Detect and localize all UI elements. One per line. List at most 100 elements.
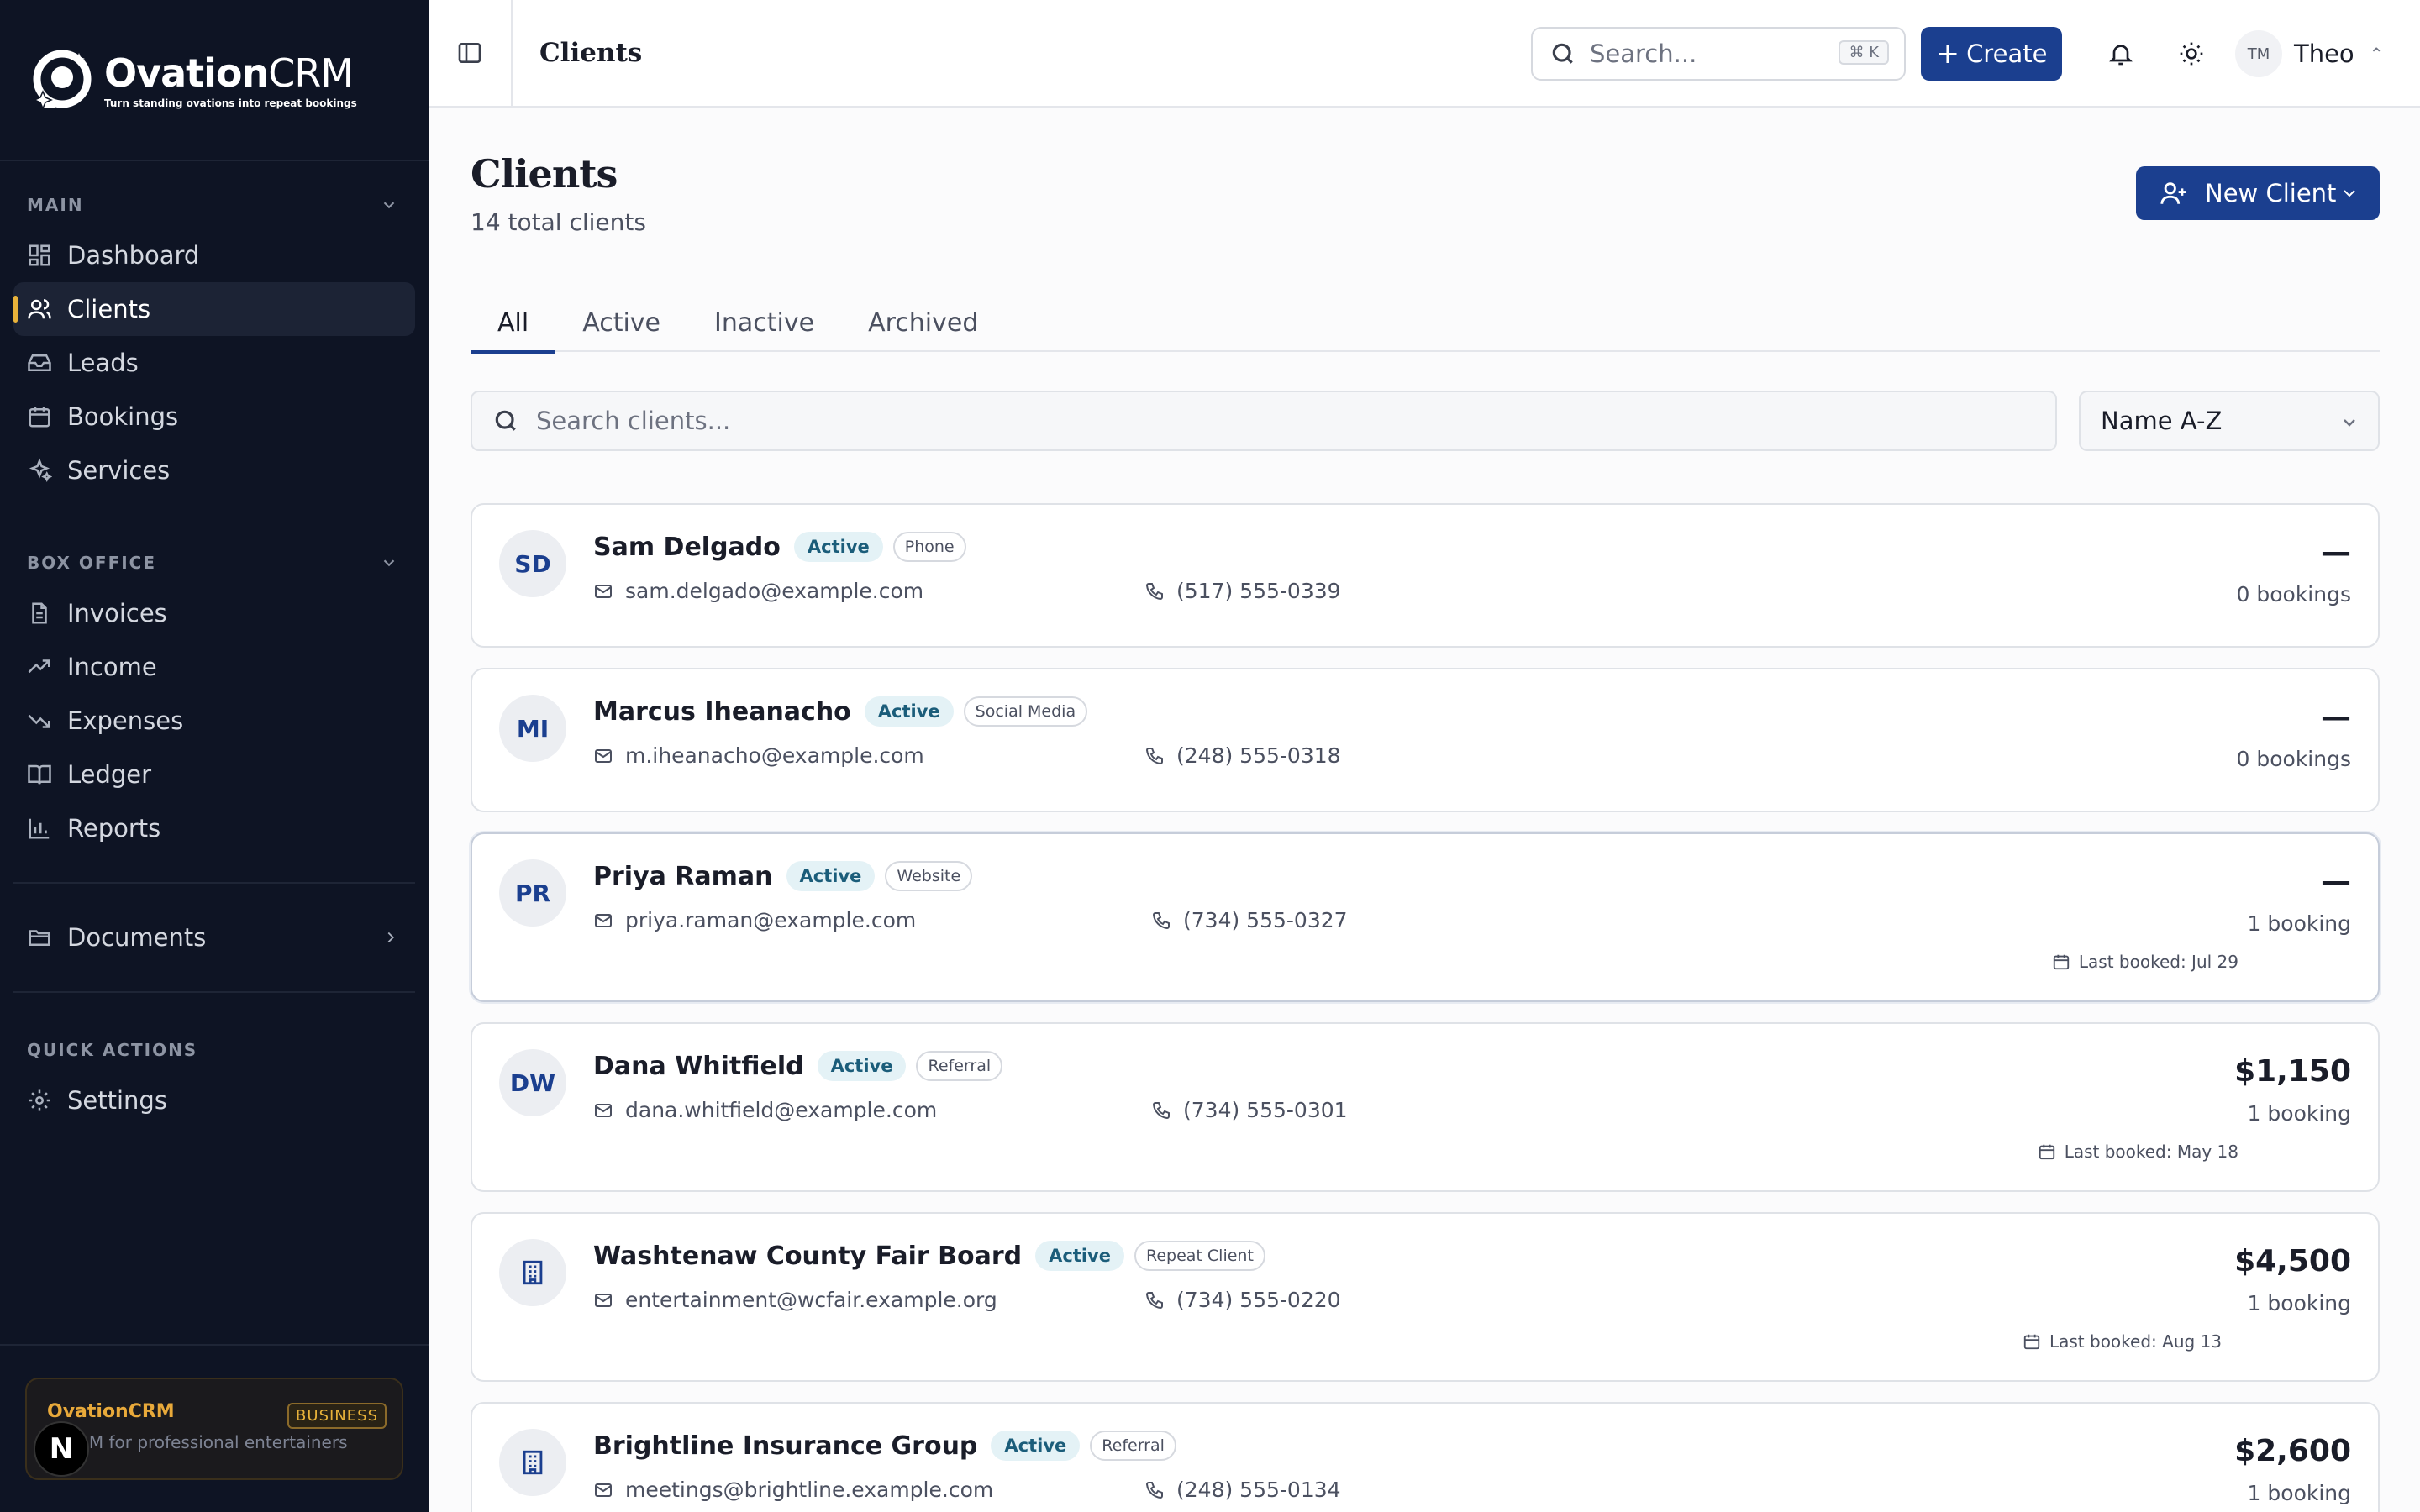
section-main-header[interactable]: MAIN bbox=[0, 188, 429, 222]
client-phone[interactable]: (517) 555-0339 bbox=[1144, 579, 1341, 603]
building-icon bbox=[523, 1450, 543, 1475]
sidebar-item-bookings[interactable]: Bookings bbox=[13, 390, 415, 444]
status-badge: Active bbox=[991, 1431, 1081, 1461]
sort-select[interactable]: Name A-Z bbox=[2079, 391, 2380, 451]
client-bookings: 0 bookings bbox=[2236, 582, 2351, 606]
client-bookings: 1 booking bbox=[2247, 911, 2351, 936]
phone-icon bbox=[1145, 1481, 1163, 1499]
sidebar-item-label: Ledger bbox=[67, 760, 152, 789]
client-card[interactable]: SD Sam Delgado Active Phone sam.delgado@… bbox=[471, 503, 2380, 648]
search-icon bbox=[1552, 43, 1573, 64]
client-email[interactable]: entertainment@wcfair.example.org bbox=[593, 1288, 997, 1312]
global-search-input[interactable]: Search... ⌘ K bbox=[1531, 27, 1906, 81]
chevron-down-icon bbox=[2344, 190, 2355, 197]
client-name[interactable]: Priya Raman bbox=[593, 862, 773, 891]
client-amount: $2,600 bbox=[2234, 1434, 2351, 1468]
building-icon bbox=[523, 1260, 543, 1285]
client-email[interactable]: m.iheanacho@example.com bbox=[593, 743, 924, 768]
phone-icon bbox=[1145, 1291, 1163, 1309]
tab-inactive[interactable]: Inactive bbox=[687, 293, 841, 352]
status-badge: Active bbox=[793, 532, 883, 562]
tab-all[interactable]: All bbox=[471, 293, 556, 354]
gear-icon bbox=[29, 1089, 50, 1111]
client-amount: — bbox=[2321, 700, 2351, 734]
user-name: Theo bbox=[2294, 39, 2354, 68]
avatar: SD bbox=[499, 530, 566, 597]
client-name[interactable]: Sam Delgado bbox=[593, 533, 781, 562]
client-email[interactable]: priya.raman@example.com bbox=[593, 908, 916, 932]
client-name[interactable]: Marcus Iheanacho bbox=[593, 697, 851, 727]
phone-icon bbox=[1145, 582, 1163, 600]
calendar-icon bbox=[2039, 1144, 2054, 1160]
calendar-icon bbox=[2053, 954, 2070, 970]
avatar: TM bbox=[2235, 30, 2282, 77]
client-search-input[interactable]: Search clients... bbox=[471, 391, 2057, 451]
sidebar-item-reports[interactable]: Reports bbox=[13, 801, 415, 855]
client-card[interactable]: DW Dana Whitfield Active Referral dana.w… bbox=[471, 1022, 2380, 1192]
sidebar-item-leads[interactable]: Leads bbox=[13, 336, 415, 390]
page-title: Clients bbox=[471, 151, 618, 197]
client-phone[interactable]: (248) 555-0134 bbox=[1144, 1478, 1341, 1502]
source-badge: Phone bbox=[892, 532, 966, 562]
sidebar-item-dashboard[interactable]: Dashboard bbox=[13, 228, 415, 282]
dev-tools-badge[interactable]: N bbox=[34, 1421, 89, 1477]
sidebar-item-label: Clients bbox=[67, 295, 151, 323]
main-content: Clients 14 total clients New Client All … bbox=[471, 108, 2380, 1512]
file-icon bbox=[32, 602, 47, 624]
client-card[interactable]: MI Marcus Iheanacho Active Social Media … bbox=[471, 668, 2380, 812]
sidebar-item-label: Reports bbox=[67, 814, 161, 843]
user-menu[interactable]: TM Theo ⌃ bbox=[2235, 30, 2383, 77]
theme-toggle-button[interactable] bbox=[2171, 34, 2212, 74]
notifications-button[interactable] bbox=[2101, 34, 2141, 74]
client-email[interactable]: dana.whitfield@example.com bbox=[593, 1098, 937, 1122]
create-button[interactable]: + Create bbox=[1921, 27, 2062, 81]
client-name[interactable]: Brightline Insurance Group bbox=[593, 1431, 977, 1461]
sidebar-item-ledger[interactable]: Ledger bbox=[13, 748, 415, 801]
avatar: MI bbox=[499, 695, 566, 762]
sidebar-item-income[interactable]: Income bbox=[13, 640, 415, 694]
plus-icon: + bbox=[1935, 37, 1960, 71]
client-phone[interactable]: (248) 555-0318 bbox=[1144, 743, 1341, 768]
brand[interactable]: OvationCRM Turn standing ovations into r… bbox=[0, 0, 429, 161]
tab-archived[interactable]: Archived bbox=[841, 293, 1005, 352]
client-card[interactable]: Washtenaw County Fair Board Active Repea… bbox=[471, 1212, 2380, 1382]
chevron-down-icon bbox=[2344, 419, 2355, 427]
last-booked: Last booked: Jul 29 bbox=[2052, 952, 2238, 972]
client-email[interactable]: meetings@brightline.example.com bbox=[593, 1478, 993, 1502]
filters-row: Search clients... Name A-Z bbox=[471, 391, 2380, 451]
client-phone[interactable]: (734) 555-0327 bbox=[1151, 908, 1348, 932]
phone-icon bbox=[1152, 1101, 1170, 1119]
sidebar-item-settings[interactable]: Settings bbox=[13, 1074, 415, 1127]
source-badge: Repeat Client bbox=[1134, 1241, 1265, 1271]
sidebar-item-label: Expenses bbox=[67, 706, 184, 735]
sidebar-item-services[interactable]: Services bbox=[13, 444, 415, 497]
client-bookings: 1 booking bbox=[2247, 1291, 2351, 1315]
new-client-button[interactable]: New Client bbox=[2136, 166, 2380, 220]
sidebar-item-clients[interactable]: Clients bbox=[13, 282, 415, 336]
client-name[interactable]: Washtenaw County Fair Board bbox=[593, 1242, 1022, 1271]
client-bookings: 1 booking bbox=[2247, 1481, 2351, 1505]
keyboard-shortcut: ⌘ K bbox=[1839, 40, 1889, 65]
sidebar-toggle-button[interactable] bbox=[429, 0, 513, 107]
tab-active[interactable]: Active bbox=[555, 293, 687, 352]
sidebar-item-label: Services bbox=[67, 456, 171, 485]
status-badge: Active bbox=[864, 696, 954, 727]
sidebar-item-expenses[interactable]: Expenses bbox=[13, 694, 415, 748]
bell-icon bbox=[2109, 45, 2133, 66]
client-email[interactable]: sam.delgado@example.com bbox=[593, 579, 923, 603]
client-name[interactable]: Dana Whitfield bbox=[593, 1052, 804, 1081]
avatar: PR bbox=[499, 859, 566, 927]
mail-icon bbox=[595, 748, 612, 763]
section-box-office-header[interactable]: BOX OFFICE bbox=[0, 546, 429, 580]
chevron-down-icon bbox=[383, 559, 395, 567]
client-card[interactable]: Brightline Insurance Group Active Referr… bbox=[471, 1402, 2380, 1512]
sidebar-item-invoices[interactable]: Invoices bbox=[13, 586, 415, 640]
section-quick-actions-header: QUICK ACTIONS bbox=[27, 1040, 198, 1060]
client-card[interactable]: PR Priya Raman Active Website priya.rama… bbox=[471, 832, 2380, 1002]
client-phone[interactable]: (734) 555-0220 bbox=[1144, 1288, 1341, 1312]
avatar: DW bbox=[499, 1049, 566, 1116]
sidebar-item-documents[interactable]: Documents bbox=[13, 911, 415, 964]
trending-down-icon bbox=[28, 714, 50, 728]
bar-chart-icon bbox=[29, 818, 50, 839]
client-phone[interactable]: (734) 555-0301 bbox=[1151, 1098, 1348, 1122]
